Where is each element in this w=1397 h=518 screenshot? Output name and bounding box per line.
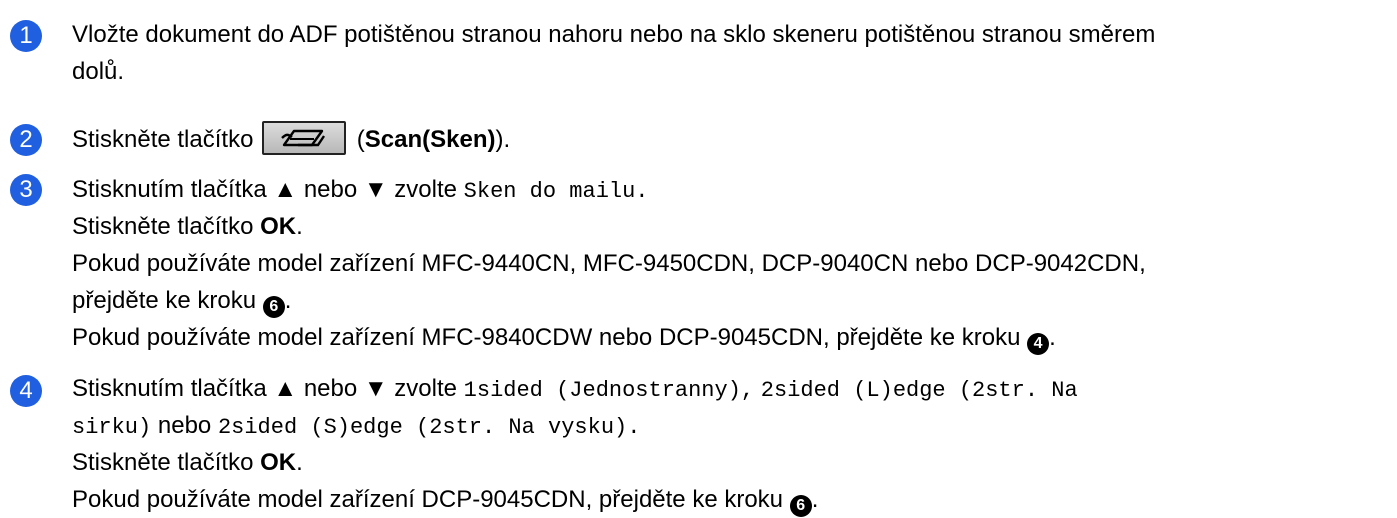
step-text: nebo	[157, 412, 212, 439]
step-text-line: Vložte dokument do ADF potištěnou strano…	[72, 21, 1156, 48]
step-text: Stisknutím tlačítka ▲ nebo ▼ zvolte	[72, 375, 457, 402]
step-text: Stiskněte tlačítko	[72, 213, 254, 240]
step-reference-icon: 6	[789, 495, 812, 517]
step-number-badge: 1	[10, 20, 42, 52]
scan-icon	[281, 129, 326, 146]
lcd-option: 1sided (Jednostranny),	[463, 378, 755, 403]
step-reference-icon: 6	[262, 296, 285, 318]
ok-key-label: OK	[260, 449, 297, 476]
step-text-line: dolů.	[72, 58, 125, 85]
step-text: Pokud používáte model zařízení DCP-9045C…	[72, 486, 784, 513]
step-text: Stiskněte tlačítko	[72, 126, 254, 153]
scan-button-label: Scan(Sken)	[364, 126, 496, 153]
step-text: Stiskněte tlačítko	[72, 449, 254, 476]
lcd-option: Sken do mailu.	[463, 179, 649, 204]
step-text-line: Pokud používáte model zařízení MFC-9440C…	[72, 250, 1146, 277]
lcd-option: sirku)	[72, 415, 152, 440]
lcd-option: 2sided (S)edge (2str. Na vysku).	[217, 415, 641, 440]
scan-button[interactable]	[262, 120, 347, 155]
step-number-badge: 3	[10, 174, 42, 206]
lcd-option: 2sided (L)edge (2str. Na	[760, 378, 1078, 403]
step-text: Pokud používáte model zařízení MFC-9840C…	[72, 324, 1021, 351]
step-reference-icon: 4	[1027, 333, 1050, 355]
step-text: přejděte ke kroku	[72, 287, 257, 314]
step-number-badge: 2	[10, 124, 42, 156]
step-number-badge: 4	[10, 375, 42, 407]
step-text: Stisknutím tlačítka ▲ nebo ▼ zvolte	[72, 176, 457, 203]
ok-key-label: OK	[260, 213, 297, 240]
